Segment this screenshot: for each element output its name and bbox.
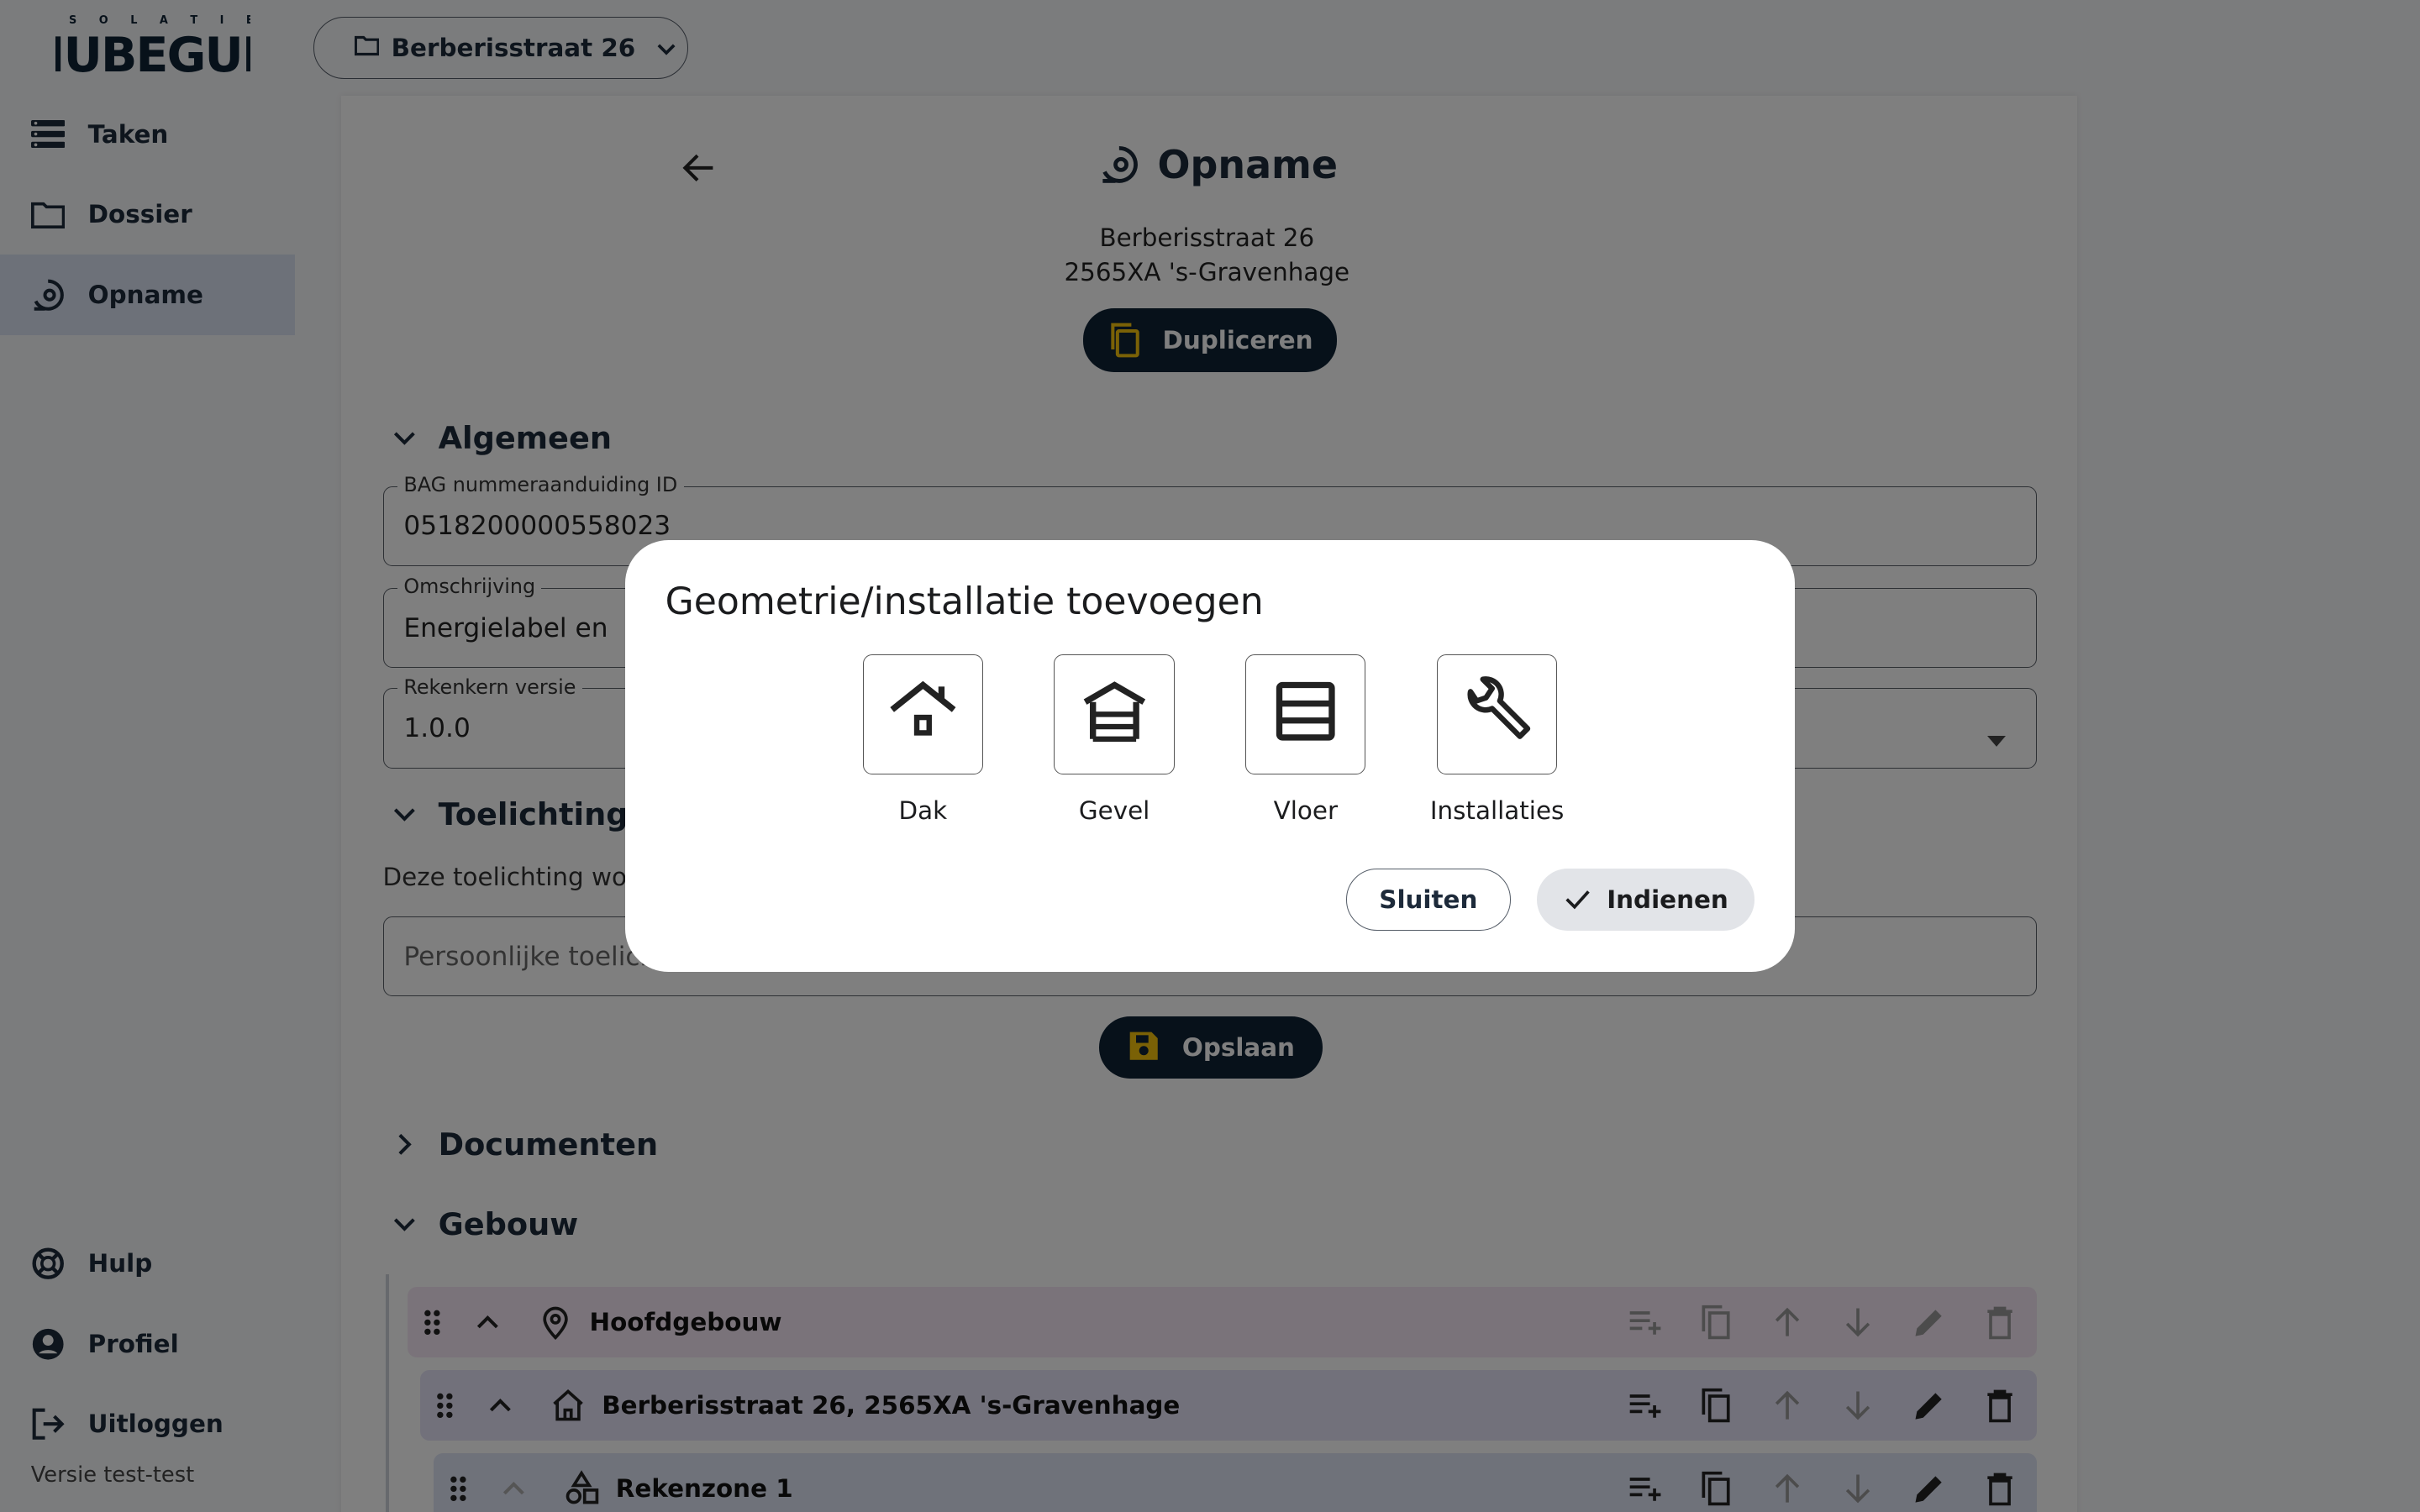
option-installaties-button[interactable] [1436, 654, 1558, 774]
option-dak-button[interactable] [862, 654, 983, 774]
option-gevel-button[interactable] [1054, 654, 1175, 774]
option-vloer-label: Vloer [1273, 795, 1339, 825]
roof-house-icon [889, 680, 957, 748]
submit-button[interactable]: Indienen [1537, 869, 1755, 931]
facade-icon [1081, 680, 1149, 748]
option-vloer-button[interactable] [1245, 654, 1366, 774]
option-dak-label: Dak [898, 795, 948, 825]
add-geometry-dialog: Geometrie/installatie toevoegen Dak Geve… [624, 539, 1796, 973]
check-icon [1564, 885, 1591, 913]
close-button-label: Sluiten [1379, 885, 1478, 914]
dialog-title: Geometrie/installatie toevoegen [665, 580, 1264, 623]
submit-button-label: Indienen [1607, 885, 1728, 914]
option-installaties-label: Installaties [1429, 795, 1565, 825]
close-button[interactable]: Sluiten [1345, 869, 1512, 931]
wrench-icon [1461, 675, 1532, 753]
floor-icon [1275, 680, 1336, 748]
option-gevel-label: Gevel [1078, 795, 1150, 825]
